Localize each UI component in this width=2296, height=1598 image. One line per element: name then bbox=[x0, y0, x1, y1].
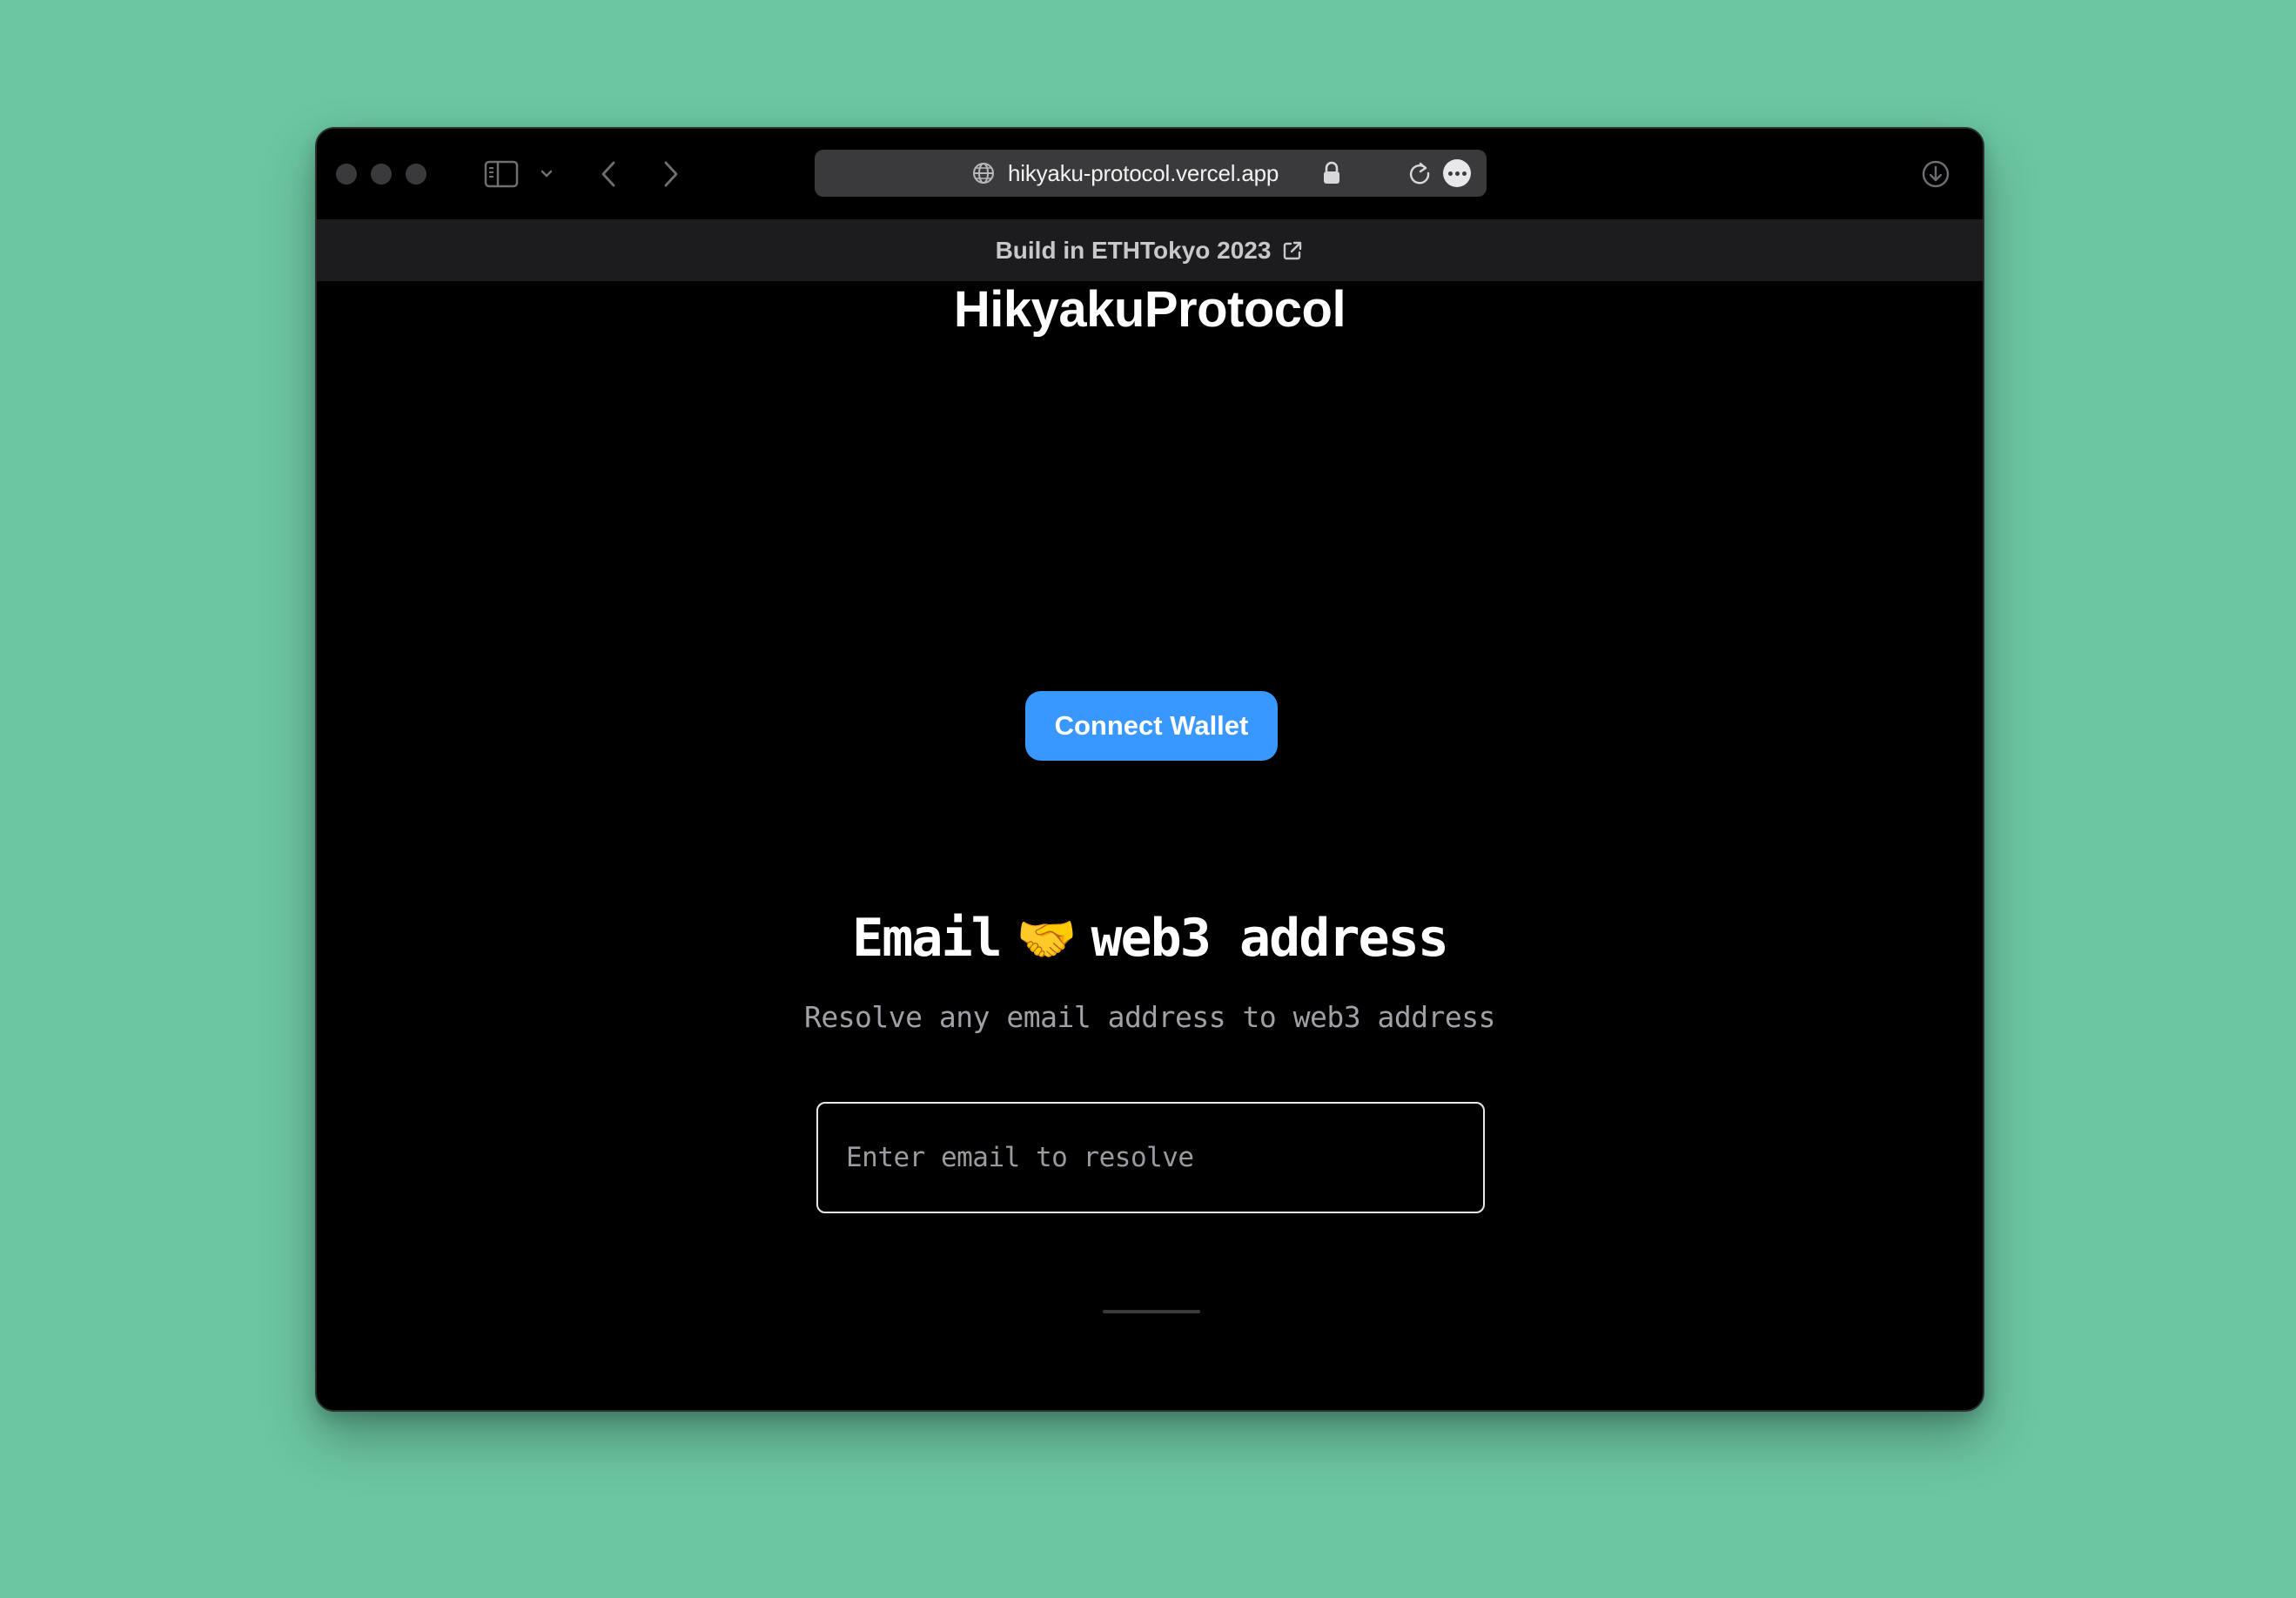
page-content: HikyakuProtocol Connect Wallet Email 🤝 web… bbox=[317, 281, 1983, 1410]
back-arrow-icon[interactable] bbox=[595, 158, 621, 190]
zoom-window-button[interactable] bbox=[406, 164, 426, 185]
minimize-window-button[interactable] bbox=[371, 164, 392, 185]
hero-title-right: web3 address bbox=[1091, 908, 1448, 969]
hero-title-left: Email bbox=[852, 908, 1003, 969]
connect-wallet-button[interactable]: Connect Wallet bbox=[1025, 691, 1278, 761]
divider bbox=[1103, 1310, 1200, 1313]
browser-window: hikyaku-protocol.vercel.app Build in ETH… bbox=[315, 127, 1984, 1412]
external-link-icon bbox=[1281, 239, 1304, 262]
email-resolve-input[interactable] bbox=[816, 1102, 1485, 1213]
sidebar-icon[interactable] bbox=[482, 158, 520, 190]
forward-arrow-icon[interactable] bbox=[658, 158, 684, 190]
close-window-button[interactable] bbox=[336, 164, 357, 185]
ethtokyo-banner-link[interactable]: Build in ETHTokyo 2023 bbox=[317, 219, 1983, 281]
lock-icon bbox=[1322, 161, 1341, 185]
reload-icon[interactable] bbox=[1406, 160, 1433, 186]
handshake-icon: 🤝 bbox=[1016, 911, 1078, 968]
globe-icon bbox=[971, 161, 996, 185]
browser-toolbar: hikyaku-protocol.vercel.app bbox=[317, 129, 1983, 219]
address-bar[interactable]: hikyaku-protocol.vercel.app bbox=[815, 150, 1487, 197]
banner-text: Build in ETHTokyo 2023 bbox=[995, 236, 1272, 264]
chevron-down-icon[interactable] bbox=[538, 165, 555, 183]
hero-title: Email 🤝 web3 address bbox=[317, 903, 1983, 975]
download-icon[interactable] bbox=[1921, 159, 1950, 189]
hero-subtitle: Resolve any email address to web3 addres… bbox=[803, 1000, 1496, 1034]
site-title: HikyakuProtocol bbox=[953, 281, 1346, 338]
url-text[interactable]: hikyaku-protocol.vercel.app bbox=[1008, 150, 1279, 197]
more-ellipsis-icon[interactable] bbox=[1443, 159, 1471, 187]
